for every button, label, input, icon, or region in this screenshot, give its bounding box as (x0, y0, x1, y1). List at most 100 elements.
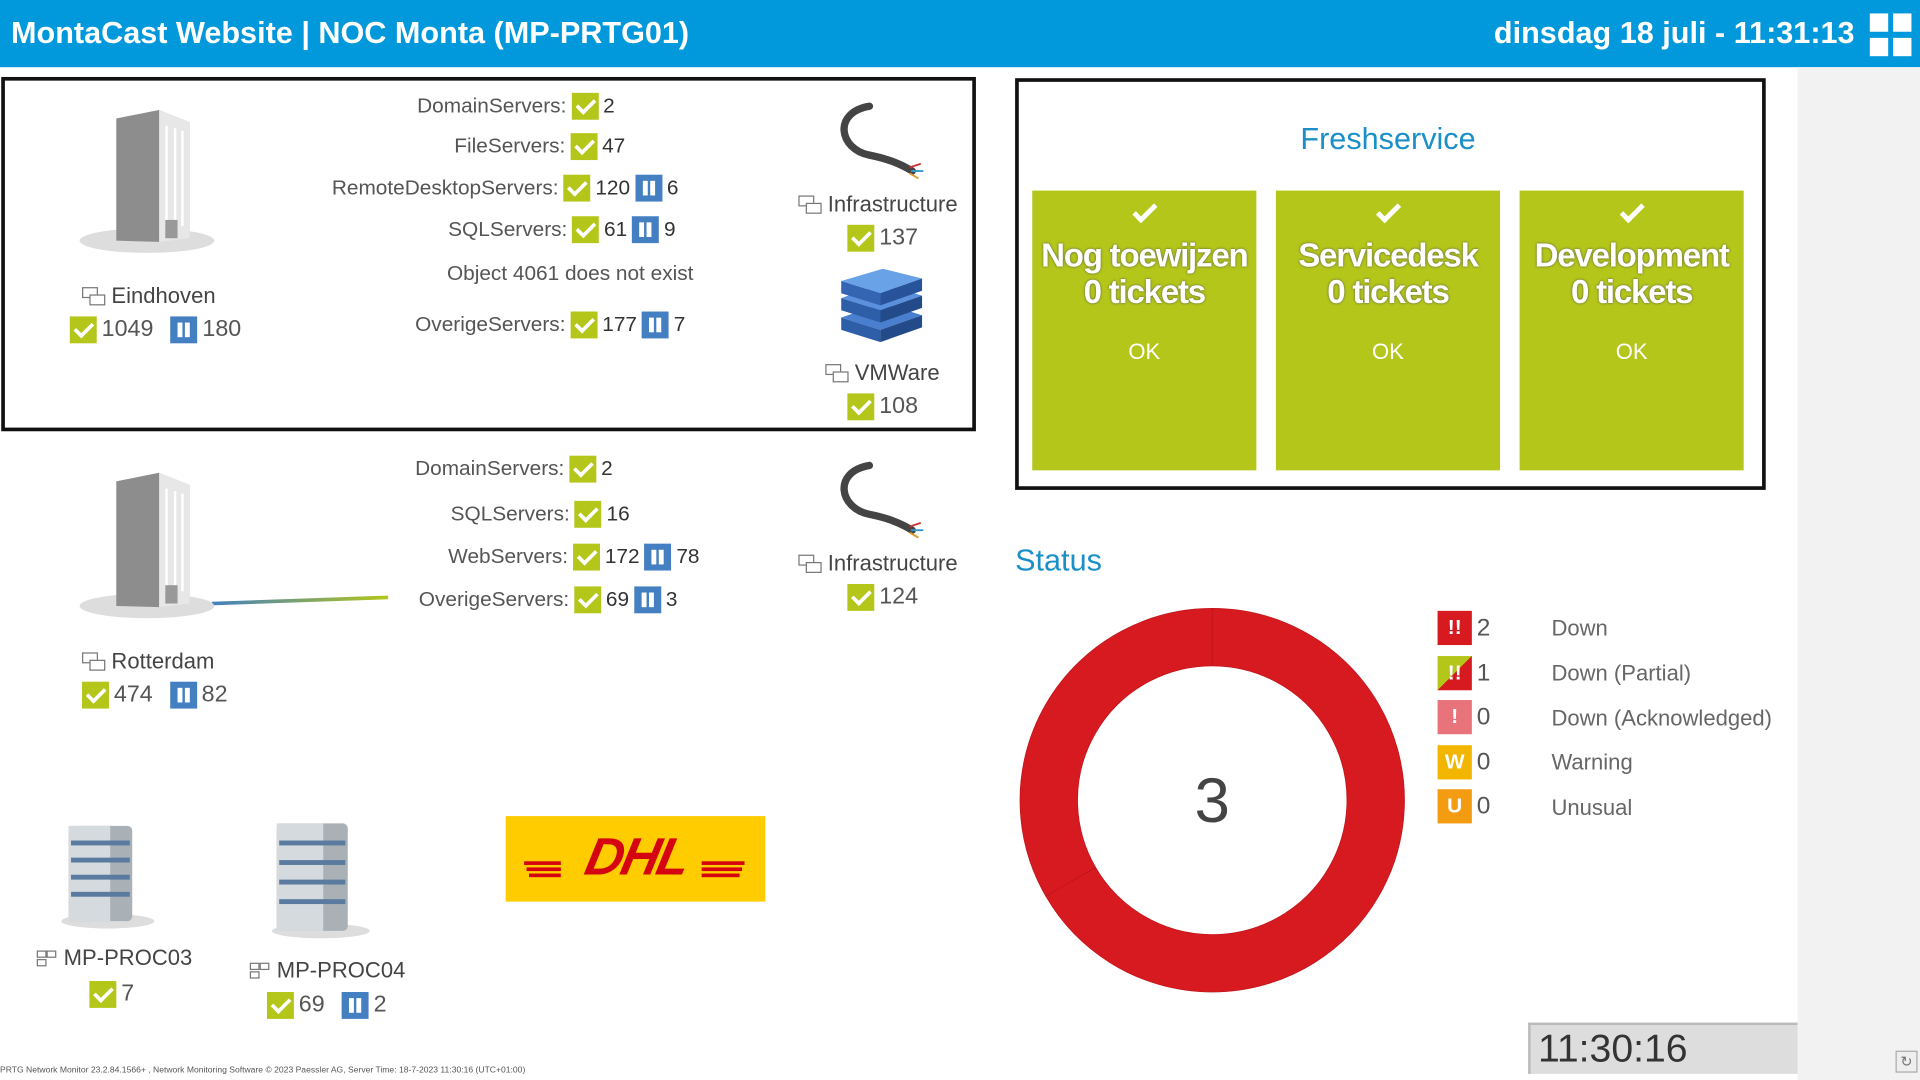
up-check-icon (571, 92, 599, 120)
infrastructure-up-count: 124 (879, 583, 919, 610)
server-tower-icon (61, 825, 155, 929)
paused-icon (170, 316, 198, 344)
device-mp-proc04[interactable]: MP-PROC04 (247, 958, 405, 984)
legend-count: 1 (1476, 659, 1491, 686)
warning-icon: W (1437, 745, 1472, 780)
device-icon (247, 961, 271, 981)
status-total: 3 (1194, 766, 1230, 837)
row-up-count: 16 (606, 502, 630, 526)
row-label: RemoteDesktopServers: (331, 175, 559, 200)
tile-state: OK (1372, 339, 1404, 365)
building-icon (79, 109, 215, 253)
ticket-tile[interactable]: Development 0 tickets OK (1519, 190, 1744, 471)
cable-icon (840, 461, 924, 539)
up-check-icon (574, 586, 602, 614)
row-label: SQLServers: (448, 217, 568, 241)
group-icon (798, 554, 822, 574)
paused-icon (632, 216, 660, 244)
footer-text: PRTG Network Monitor 23.2.84.1566+ , Net… (0, 1066, 526, 1076)
row-up-count: 2 (603, 94, 615, 118)
rotterdam-up-count: 474 (113, 681, 153, 708)
paused-icon (641, 311, 669, 339)
up-check-icon (570, 311, 598, 339)
group-rotterdam-infrastructure[interactable]: Infrastructure (798, 551, 958, 577)
row-up-count: 47 (602, 134, 626, 158)
eindhoven-paused-count: 180 (202, 316, 242, 343)
server-stack-icon (841, 268, 923, 343)
legend-count: 0 (1476, 703, 1491, 730)
legend-warning[interactable]: W 0 (1437, 745, 1490, 780)
legend-label: Unusual (1551, 795, 1633, 820)
row-paused-count: 7 (673, 312, 686, 336)
row-label: DomainServers: (417, 94, 567, 118)
eindhoven-up-count: 1049 (101, 316, 154, 343)
legend-down-partial[interactable]: !! 1 (1437, 656, 1491, 691)
legend-down[interactable]: !! 2 (1437, 610, 1490, 646)
header-bar: MontaCast Website | NOC Monta (MP-PRTG01… (0, 0, 1920, 68)
eindhoven-infrastructure-summary: 137 (847, 224, 918, 252)
check-icon (1520, 191, 1744, 237)
dhl-logo-text: DHL (580, 828, 694, 887)
up-check-icon (847, 393, 875, 421)
unusual-icon: U (1437, 789, 1472, 824)
row-label: DomainServers: (415, 456, 565, 481)
paused-icon (634, 174, 662, 202)
ticket-tile[interactable]: Nog toewijzen 0 tickets OK (1032, 190, 1257, 471)
legend-label: Warning (1551, 750, 1633, 775)
tile-count: 0 tickets (1570, 273, 1694, 311)
freshservice-title: Freshservice (1300, 122, 1476, 157)
legend-down-acknowledged[interactable]: ! 0 (1437, 700, 1491, 735)
rotterdam-sqlservers-row[interactable]: SQLServers: 16 (451, 500, 630, 528)
rotterdam-paused-count: 82 (201, 681, 228, 708)
eindhoven-domainservers-row[interactable]: DomainServers: 2 (417, 92, 615, 120)
row-label: FileServers: (454, 134, 566, 158)
eindhoven-overigeservers-row[interactable]: OverigeServers: 177 7 (415, 311, 686, 339)
rotterdam-summary: 474 82 (82, 681, 228, 709)
up-check-icon (574, 500, 602, 528)
group-rotterdam[interactable]: Rotterdam (82, 649, 214, 675)
group-eindhoven[interactable]: Eindhoven (82, 283, 216, 309)
check-icon (1276, 191, 1500, 237)
row-paused-count: 78 (676, 544, 700, 569)
donut-slice-down-partial-[interactable] (1019, 608, 1213, 897)
device-mp-proc03[interactable]: MP-PROC03 (34, 946, 192, 972)
tile-count: 0 tickets (1083, 273, 1207, 311)
refresh-icon[interactable]: ↻ (1895, 1050, 1918, 1073)
eindhoven-rdservers-row[interactable]: RemoteDesktopServers: 120 6 (331, 174, 678, 202)
device-label: MP-PROC04 (276, 957, 406, 983)
vmware-label: VMWare (854, 360, 940, 385)
row-up-count: 120 (595, 175, 631, 200)
rotterdam-overigeservers-row[interactable]: OverigeServers: 69 3 (419, 586, 678, 614)
header-datetime: dinsdag 18 juli - 11:31:13 (1493, 15, 1855, 51)
legend-label: Down (1551, 615, 1608, 641)
row-paused-count: 9 (663, 217, 676, 241)
up-check-icon (563, 174, 591, 202)
eindhoven-sqlservers-row[interactable]: SQLServers: 61 9 (448, 216, 676, 244)
up-check-icon (570, 133, 598, 161)
vmware-up-count: 108 (879, 393, 919, 420)
building-icon (79, 472, 389, 619)
device-label: MP-PROC03 (63, 945, 193, 971)
cable-icon (840, 102, 924, 180)
legend-label: Down (Partial) (1551, 660, 1692, 686)
up-check-icon (847, 224, 875, 252)
row-paused-count: 3 (665, 587, 678, 611)
legend-unusual[interactable]: U 0 (1437, 789, 1490, 824)
group-eindhoven-label: Eindhoven (111, 283, 216, 308)
up-check-icon (266, 992, 294, 1019)
eindhoven-fileservers-row[interactable]: FileServers: 47 (454, 133, 626, 161)
group-icon (82, 651, 106, 672)
server-tower-icon (271, 823, 370, 939)
dhl-logo: DHL (505, 816, 766, 902)
menu-grid-icon[interactable] (1869, 13, 1912, 57)
rotterdam-webservers-row[interactable]: WebServers: 172 78 (448, 543, 700, 571)
paused-icon (644, 543, 672, 571)
rotterdam-domainservers-row[interactable]: DomainServers: 2 (415, 455, 613, 483)
device-paused-count: 2 (373, 992, 387, 1018)
row-up-count: 172 (604, 544, 640, 569)
ticket-tile[interactable]: Servicedesk 0 tickets OK (1275, 190, 1501, 471)
paused-icon (341, 992, 369, 1019)
group-vmware[interactable]: VMWare (825, 360, 940, 386)
group-eindhoven-infrastructure[interactable]: Infrastructure (798, 192, 958, 218)
row-up-count: 69 (605, 587, 630, 611)
